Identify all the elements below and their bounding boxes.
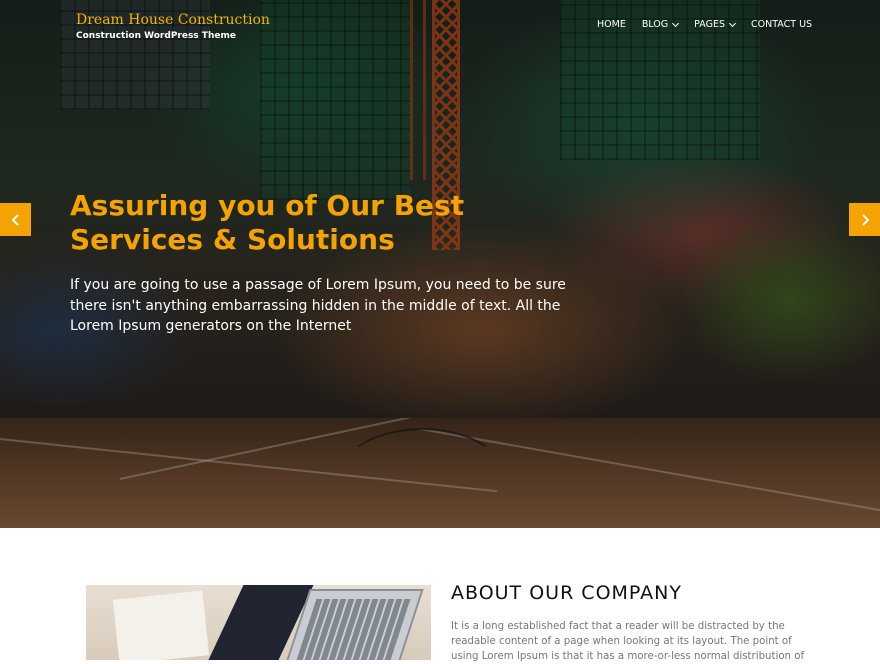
- chevron-down-icon: [728, 19, 737, 27]
- band-overlay: [0, 418, 880, 528]
- chevron-left-icon: [11, 213, 19, 226]
- site-tagline: Construction WordPress Theme: [76, 31, 236, 41]
- chevron-right-icon: [861, 213, 869, 226]
- nav-item-label: BLOG: [641, 19, 669, 30]
- slider-text: If you are going to use a passage of Lor…: [70, 277, 566, 334]
- nav-item-label: PAGES: [694, 19, 725, 30]
- slider-prev-button[interactable]: [0, 203, 31, 236]
- nav-item-home[interactable]: HOME: [597, 19, 626, 30]
- main-nav: HOME BLOG PAGES CONTACT US: [597, 19, 828, 30]
- nav-item-contact-us[interactable]: CONTACT US: [751, 19, 812, 30]
- about-text: It is a long established fact that a rea…: [451, 621, 805, 662]
- hero-slider: Dream House Construction Construction Wo…: [0, 0, 880, 418]
- keyboard: [295, 599, 411, 660]
- chevron-down-icon: [672, 19, 680, 27]
- site-title[interactable]: Dream House Construction: [76, 12, 270, 28]
- about-image: [86, 585, 431, 660]
- document-sheet: [112, 590, 210, 660]
- slider-next-button[interactable]: [849, 203, 880, 236]
- nav-item-label: CONTACT US: [751, 19, 813, 30]
- nav-item-pages[interactable]: PAGES: [694, 19, 737, 30]
- nav-item-label: HOME: [597, 19, 626, 30]
- about-title: ABOUT OUR COMPANY: [451, 582, 682, 604]
- nav-item-blog[interactable]: BLOG: [641, 19, 680, 30]
- slider-heading: Assuring you of Our Best Services & Solu…: [70, 189, 465, 256]
- hero-bottom-image: [0, 418, 880, 528]
